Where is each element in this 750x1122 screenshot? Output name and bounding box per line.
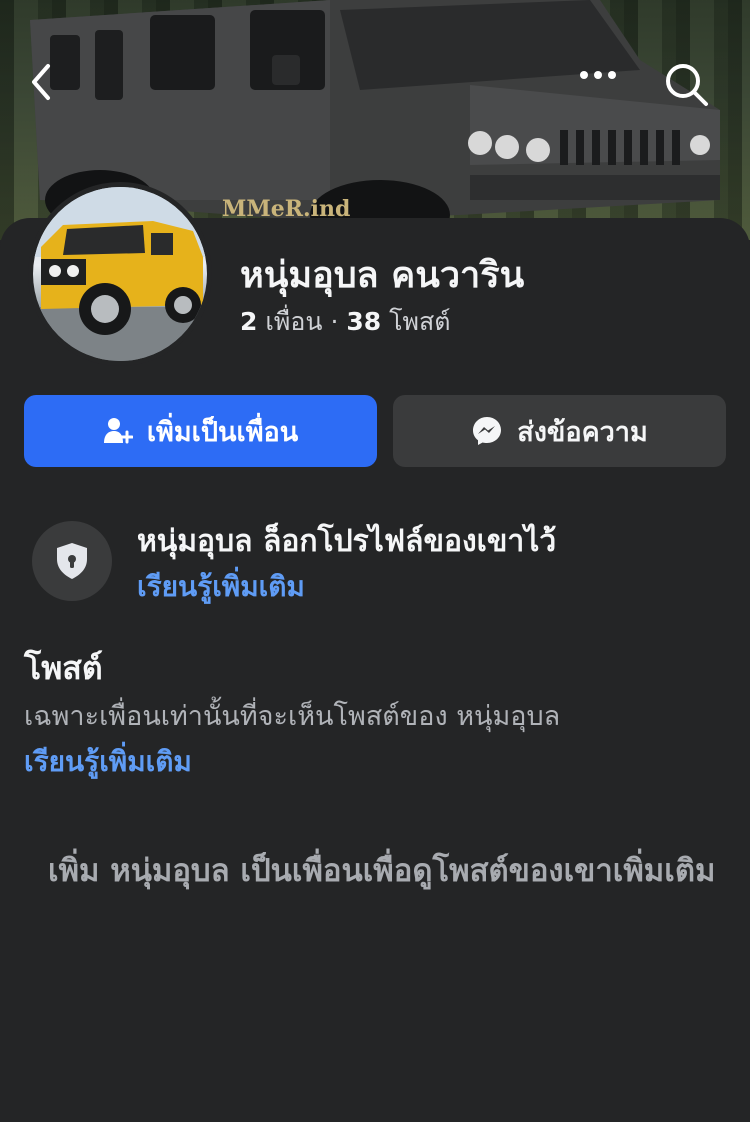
ellipsis-icon [580, 71, 616, 79]
send-message-label: ส่งข้อความ [517, 416, 648, 448]
search-icon [666, 64, 708, 106]
add-friend-note: เพิ่ม หนุ่มอุบล เป็นเพื่อนเพื่อดูโพสต์ขอ… [48, 853, 716, 889]
chevron-left-icon [32, 64, 50, 100]
locked-learn-more-link[interactable]: เรียนรู้เพิ่มเติม [137, 565, 305, 609]
add-friend-button[interactable]: เพิ่มเป็นเพื่อน [24, 395, 377, 467]
search-button[interactable] [662, 60, 718, 116]
profile-name: หนุ่มอุบล คนวาริน [240, 255, 525, 296]
send-message-button[interactable]: ส่งข้อความ [393, 395, 726, 467]
messenger-icon [473, 417, 502, 445]
profile-stats: 2 เพื่อน · 38 โพสต์ [240, 302, 451, 342]
avatar-yellow-truck-illustration [33, 187, 207, 361]
locked-profile-title: หนุ่มอุบล ล็อกโปรไฟล์ของเขาไว้ [137, 524, 557, 559]
friends-count[interactable]: 2 [240, 307, 257, 336]
locked-profile-badge [32, 521, 112, 601]
add-friend-icon [103, 418, 133, 444]
posts-learn-more-link[interactable]: เรียนรู้เพิ่มเติม [24, 740, 192, 784]
back-button[interactable] [28, 62, 68, 114]
friends-label[interactable]: เพื่อน [265, 307, 322, 336]
posts-heading: โพสต์ [24, 649, 103, 687]
add-friend-label: เพิ่มเป็นเพื่อน [146, 416, 299, 448]
shield-lock-icon [57, 543, 87, 579]
avatar-image [33, 187, 207, 361]
posts-count: 38 [346, 307, 382, 336]
stats-separator: · [330, 307, 339, 336]
posts-label: โพสต์ [389, 307, 451, 336]
more-options-button[interactable] [578, 70, 626, 106]
avatar[interactable] [28, 182, 212, 366]
posts-description: เฉพาะเพื่อนเท่านั้นที่จะเห็นโพสต์ของ หนุ… [24, 701, 561, 732]
